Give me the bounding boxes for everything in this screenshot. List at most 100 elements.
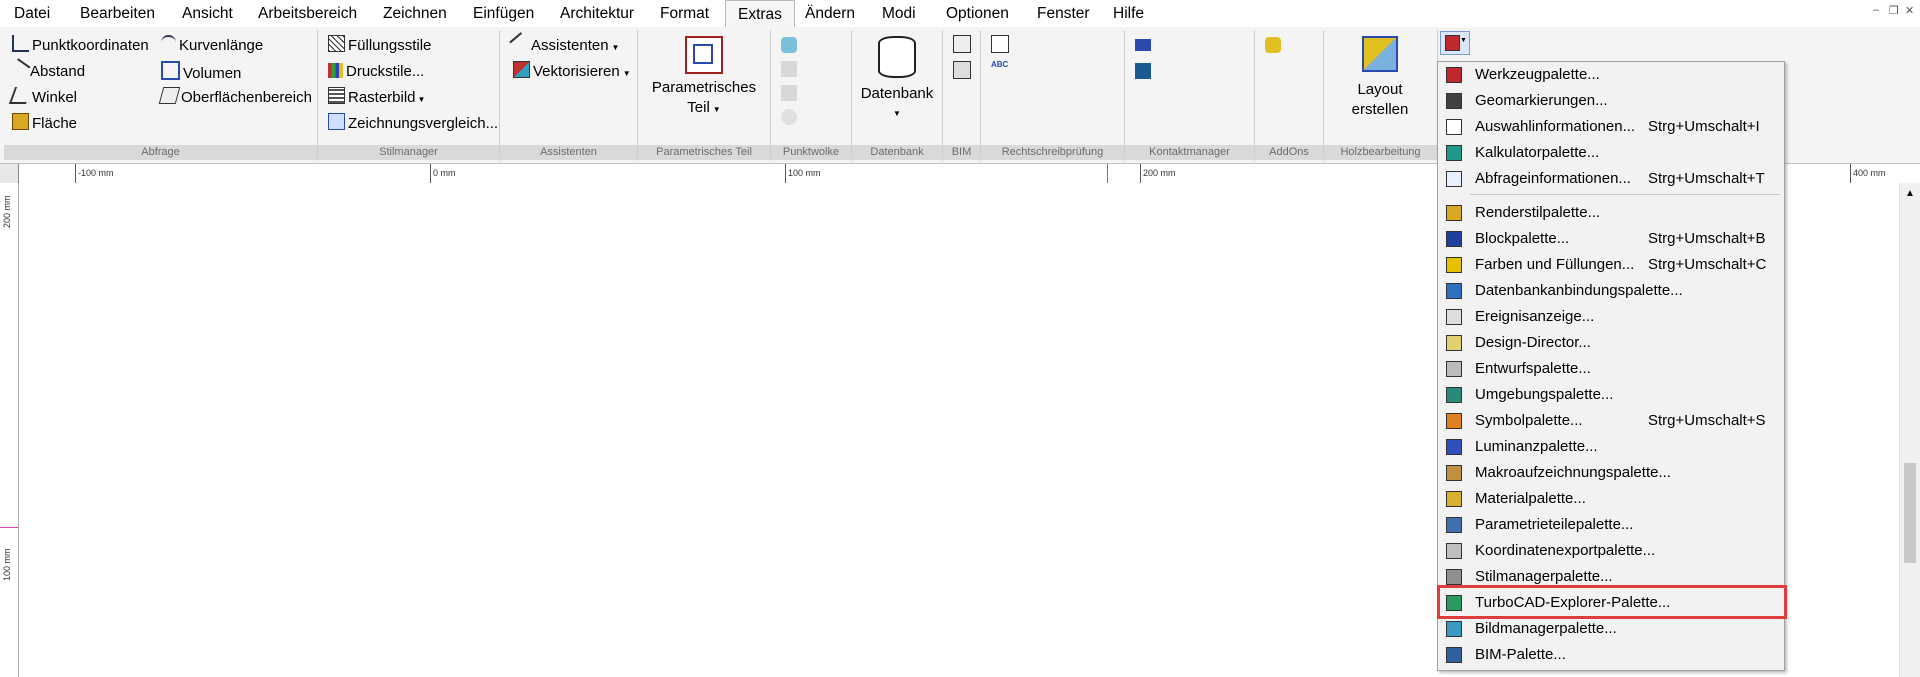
umgebungspalette-icon xyxy=(1446,387,1462,403)
menu-item-bim-palette[interactable]: BIM-Palette... xyxy=(1438,642,1784,668)
ruler-label: 400 mm xyxy=(1853,168,1886,178)
menu-item-auswahlinformationen[interactable]: Auswahlinformationen... Strg+Umschalt+I xyxy=(1438,114,1784,140)
group-punktwolke: Punktwolke xyxy=(771,30,852,161)
menu-optionen[interactable]: Optionen xyxy=(946,4,1009,24)
bim-icon[interactable] xyxy=(953,35,971,53)
point-cloud-view-icon[interactable] xyxy=(781,109,797,125)
makroaufzeichnung-icon xyxy=(1446,465,1462,481)
vertical-scrollbar[interactable]: ▲ xyxy=(1899,183,1920,677)
ruler-label: 0 mm xyxy=(433,168,456,178)
assistenten-button[interactable]: Assistenten ▼ xyxy=(509,32,620,57)
ruler-label: 100 mm xyxy=(2,548,12,581)
point-cloud-icon[interactable] xyxy=(781,37,797,53)
mail-icon[interactable] xyxy=(1135,39,1151,51)
point-cloud-import-icon[interactable] xyxy=(781,61,797,77)
parametric-part-icon xyxy=(685,36,723,74)
abstand-button[interactable]: Abstand xyxy=(8,58,85,83)
minimize-icon[interactable]: – xyxy=(1873,4,1879,16)
menu-item-geomarkierungen[interactable]: Geomarkierungen... xyxy=(1438,88,1784,114)
group-label-addons: AddOns xyxy=(1255,145,1323,160)
volumen-button[interactable]: Volumen xyxy=(161,61,241,83)
drawing-compare-icon xyxy=(328,113,345,130)
contacts-book-icon[interactable] xyxy=(1135,63,1151,79)
palettes-dropdown-button[interactable]: ▼ xyxy=(1440,31,1470,55)
vektorisieren-button[interactable]: Vektorisieren ▼ xyxy=(513,61,631,83)
druckstile-button[interactable]: Druckstile... xyxy=(328,61,424,83)
datenbankanbindung-icon xyxy=(1446,283,1462,299)
menu-bearbeiten[interactable]: Bearbeiten xyxy=(80,4,155,24)
kurvenlaenge-button[interactable]: Kurvenlänge xyxy=(161,35,263,57)
group-addons: AddOns xyxy=(1255,30,1324,161)
fuellungsstile-button[interactable]: Füllungsstile xyxy=(328,35,431,57)
menu-item-makroaufzeichnungspalette[interactable]: Makroaufzeichnungspalette... xyxy=(1438,460,1784,486)
menu-item-kalkulatorpalette[interactable]: Kalkulatorpalette... xyxy=(1438,140,1784,166)
group-label-bim: BIM xyxy=(943,145,980,160)
close-icon[interactable]: ✕ xyxy=(1905,4,1914,17)
menu-extras[interactable]: Extras xyxy=(725,0,795,27)
menu-item-abfrageinformationen[interactable]: Abfrageinformationen... Strg+Umschalt+T xyxy=(1438,166,1784,192)
vertical-ruler: 200 mm 100 mm xyxy=(0,183,19,677)
group-label-punktwolke: Punktwolke xyxy=(771,145,851,160)
menu-fenster[interactable]: Fenster xyxy=(1037,4,1090,24)
menu-item-datenbankanbindungspalette[interactable]: Datenbankanbindungspalette... xyxy=(1438,278,1784,304)
flaeche-button[interactable]: Fläche xyxy=(12,113,77,135)
menu-item-materialpalette[interactable]: Materialpalette... xyxy=(1438,486,1784,512)
layout-erstellen-button[interactable]: Layout erstellen xyxy=(1330,36,1430,120)
scroll-up-icon[interactable]: ▲ xyxy=(1905,188,1915,199)
menu-item-farben-und-fuellungen[interactable]: Farben und Füllungen... Strg+Umschalt+C xyxy=(1438,252,1784,278)
ereignisanzeige-icon xyxy=(1446,309,1462,325)
distance-icon xyxy=(8,58,31,81)
bim-tool-icon[interactable] xyxy=(953,61,971,79)
menu-architektur[interactable]: Architektur xyxy=(560,4,634,24)
database-icon xyxy=(878,36,916,78)
oberflaechenbereich-button[interactable]: Oberflächenbereich xyxy=(158,87,312,109)
point-cloud-export-icon[interactable] xyxy=(781,85,797,101)
menu-ansicht[interactable]: Ansicht xyxy=(182,4,233,24)
menu-item-entwurfspalette[interactable]: Entwurfspalette... xyxy=(1438,356,1784,382)
parametrieteile-icon xyxy=(1446,517,1462,533)
rasterbild-button[interactable]: Rasterbild ▼ xyxy=(328,87,425,109)
menu-item-umgebungspalette[interactable]: Umgebungspalette... xyxy=(1438,382,1784,408)
print-styles-icon xyxy=(328,63,343,78)
addons-icon[interactable] xyxy=(1265,37,1281,53)
menu-datei[interactable]: Datei xyxy=(14,4,50,24)
ruler-corner[interactable] xyxy=(0,164,19,183)
menu-item-luminanzpalette[interactable]: Luminanzpalette... xyxy=(1438,434,1784,460)
design-director-icon xyxy=(1446,335,1462,351)
spellcheck-icon[interactable] xyxy=(991,35,1009,53)
chevron-down-icon: ▼ xyxy=(611,43,620,52)
menu-item-parametrieteilepalette[interactable]: Parametrieteilepalette... xyxy=(1438,512,1784,538)
menu-item-koordinatenexportpalette[interactable]: Koordinatenexportpalette... xyxy=(1438,538,1784,564)
menu-einfuegen[interactable]: Einfügen xyxy=(473,4,534,24)
menu-item-bildmanagerpalette[interactable]: Bildmanagerpalette... xyxy=(1438,616,1784,642)
datenbank-button[interactable]: Datenbank ▼ xyxy=(858,36,936,124)
curve-length-icon xyxy=(161,35,176,52)
scroll-thumb[interactable] xyxy=(1904,463,1916,563)
menu-hilfe[interactable]: Hilfe xyxy=(1113,4,1144,24)
ruler-label: -100 mm xyxy=(78,168,114,178)
group-rechtschreibpruefung: ABC Rechtschreibprüfung xyxy=(981,30,1125,161)
menu-item-werkzeugpalette[interactable]: Werkzeugpalette... xyxy=(1438,62,1784,88)
menu-separator xyxy=(1470,194,1780,195)
luminanzpalette-icon xyxy=(1446,439,1462,455)
parametrisches-teil-button[interactable]: Parametrisches Teil ▼ xyxy=(646,36,762,120)
menu-item-design-director[interactable]: Design-Director... xyxy=(1438,330,1784,356)
menu-item-blockpalette[interactable]: Blockpalette... Strg+Umschalt+B xyxy=(1438,226,1784,252)
zeichnungsvergleich-button[interactable]: Zeichnungsvergleich... xyxy=(328,113,498,135)
menu-zeichnen[interactable]: Zeichnen xyxy=(383,4,447,24)
menu-item-renderstilpalette[interactable]: Renderstilpalette... xyxy=(1438,200,1784,226)
restore-icon[interactable]: ❐ xyxy=(1889,4,1899,17)
menu-format[interactable]: Format xyxy=(660,4,709,24)
menu-modi[interactable]: Modi xyxy=(882,4,916,24)
area-icon xyxy=(12,113,29,130)
group-label-holzbearbeitung: Holzbearbeitung xyxy=(1324,145,1437,160)
chevron-down-icon: ▼ xyxy=(622,69,631,78)
winkel-button[interactable]: Winkel xyxy=(8,87,77,109)
menu-item-symbolpalette[interactable]: Symbolpalette... Strg+Umschalt+S xyxy=(1438,408,1784,434)
menu-item-ereignisanzeige[interactable]: Ereignisanzeige... xyxy=(1438,304,1784,330)
ruler-label: 200 mm xyxy=(1143,168,1176,178)
menu-arbeitsbereich[interactable]: Arbeitsbereich xyxy=(258,4,357,24)
punktkoordinaten-button[interactable]: Punktkoordinaten xyxy=(12,35,149,57)
spellcheck-abc-icon[interactable]: ABC xyxy=(991,61,1008,77)
menu-aendern[interactable]: Ändern xyxy=(805,4,855,24)
